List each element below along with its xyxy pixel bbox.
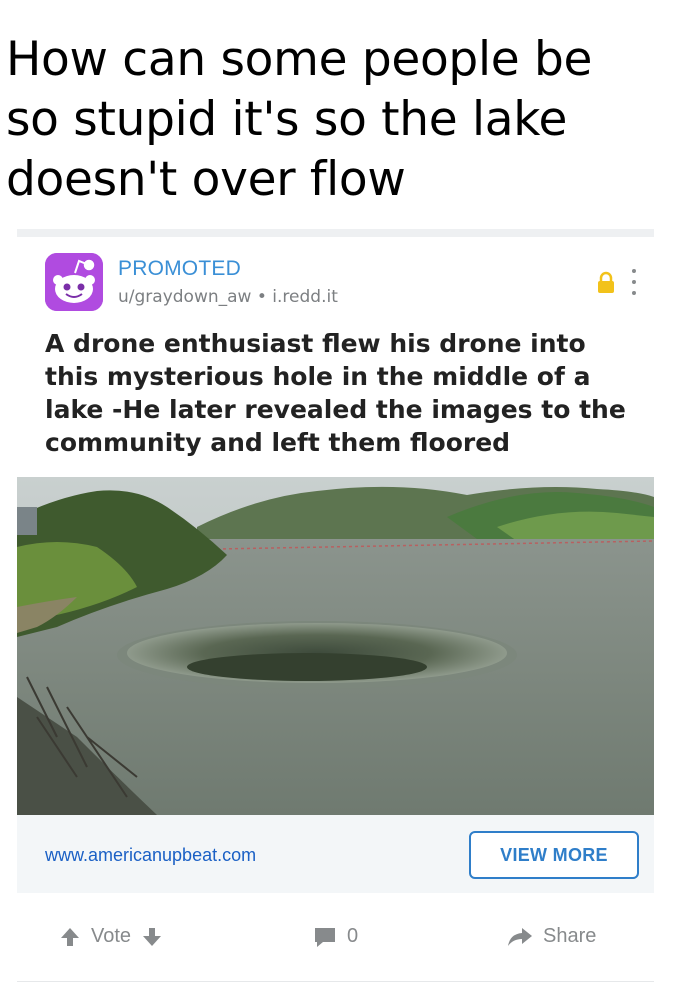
- post-actions: Vote 0 Share: [17, 901, 654, 973]
- share-label: Share: [543, 925, 597, 947]
- card-divider: [17, 229, 654, 237]
- comments-button[interactable]: 0: [313, 925, 358, 948]
- post-meta: u/graydown_aw • i.redd.it: [118, 287, 338, 307]
- reddit-avatar-icon[interactable]: [45, 253, 103, 311]
- promoted-label: PROMOTED: [118, 257, 241, 280]
- link-bar: www.americanupbeat.com VIEW MORE: [17, 815, 654, 893]
- author-link[interactable]: u/graydown_aw: [118, 287, 251, 307]
- link-url[interactable]: www.americanupbeat.com: [45, 845, 256, 866]
- comment-count: 0: [347, 925, 359, 947]
- share-button[interactable]: Share: [507, 925, 596, 948]
- promoted-post-card: PROMOTED u/graydown_aw • i.redd.it A dro…: [17, 229, 654, 982]
- post-image[interactable]: [17, 477, 654, 815]
- caption-line-3: doesn't over flow: [6, 152, 406, 207]
- caption-line-1: How can some people be: [6, 32, 593, 87]
- vote-group: Vote: [59, 925, 163, 948]
- meme-caption: How can some people be so stupid it's so…: [6, 30, 686, 210]
- upvote-icon[interactable]: [59, 926, 81, 948]
- downvote-icon[interactable]: [141, 926, 163, 948]
- caption-line-2: so stupid it's so the lake: [6, 92, 568, 147]
- vote-label: Vote: [91, 925, 132, 947]
- meta-separator: •: [256, 287, 267, 307]
- lock-icon: [597, 271, 615, 293]
- post-title[interactable]: A drone enthusiast flew his drone into t…: [45, 327, 640, 459]
- domain-link[interactable]: i.redd.it: [272, 287, 338, 307]
- share-icon: [508, 927, 532, 946]
- comment-icon: [315, 927, 335, 947]
- more-vertical-icon[interactable]: [631, 269, 637, 295]
- view-more-button[interactable]: VIEW MORE: [469, 831, 639, 879]
